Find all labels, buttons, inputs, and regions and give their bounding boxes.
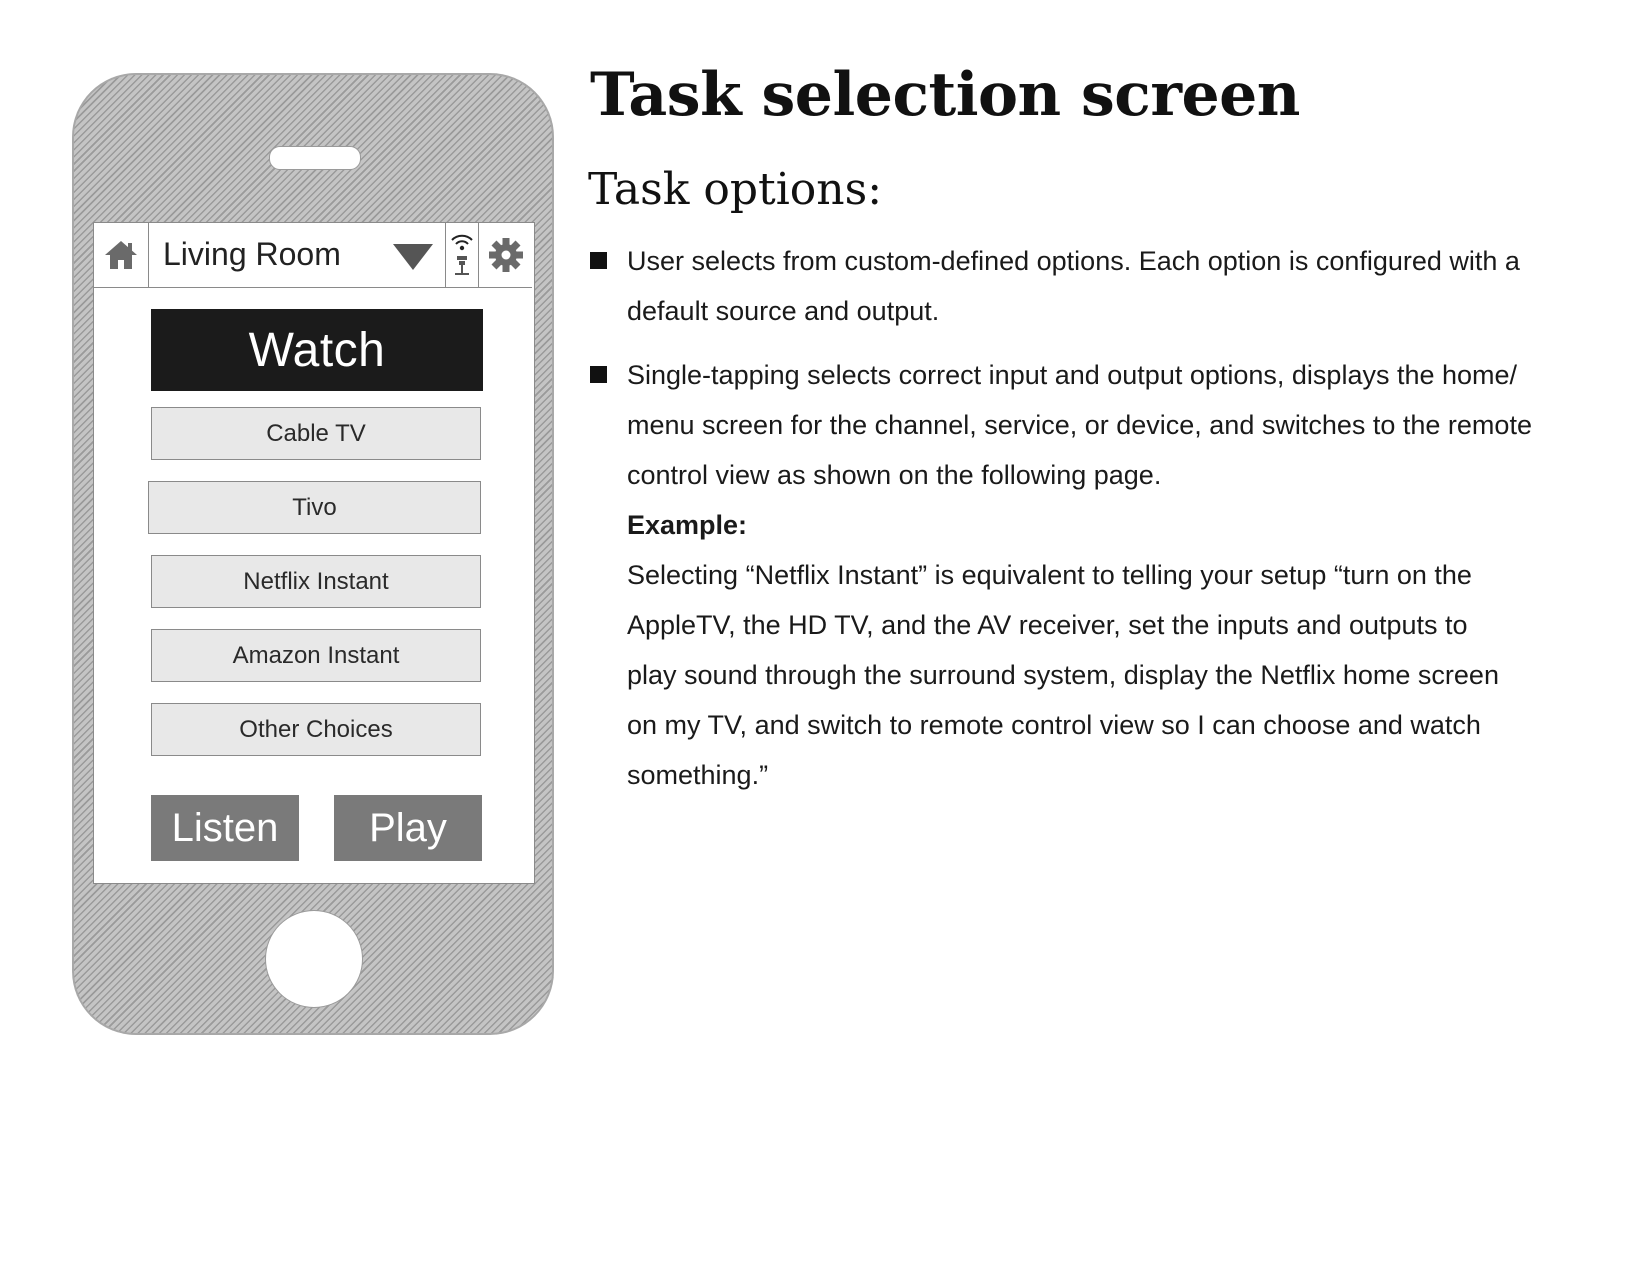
chevron-down-icon[interactable] xyxy=(393,244,433,270)
option-cable-tv[interactable]: Cable TV xyxy=(151,407,481,460)
bullet-marker xyxy=(590,366,607,383)
gear-icon-glyph xyxy=(488,238,523,272)
room-label: Living Room xyxy=(163,236,341,272)
text-line: User selects from custom-defined options… xyxy=(627,246,1520,276)
room-selector[interactable]: Living Room xyxy=(149,223,446,287)
phone-home-button xyxy=(265,910,363,1008)
text-line: control view as shown on the following p… xyxy=(627,460,1162,490)
text-line: something.” xyxy=(627,760,769,790)
gear-icon[interactable] xyxy=(479,223,532,287)
text-line: menu screen for the channel, service, or… xyxy=(627,410,1532,440)
play-button[interactable]: Play xyxy=(334,795,482,861)
option-netflix-instant[interactable]: Netflix Instant xyxy=(151,555,481,608)
bullet-paragraph-2: Single-tapping selects correct input and… xyxy=(627,350,1627,800)
page-title: Task selection screen xyxy=(590,60,1300,130)
option-amazon-instant[interactable]: Amazon Instant xyxy=(151,629,481,682)
section-title: Task options: xyxy=(588,164,883,215)
text-line: default source and output. xyxy=(627,296,940,326)
watch-category-header[interactable]: Watch xyxy=(151,309,483,391)
top-bar: Living Room xyxy=(94,223,532,288)
home-icon[interactable] xyxy=(94,223,149,287)
phone-screen: Living Room Watch Cable TV Tivo Netflix … xyxy=(93,222,535,884)
option-other-choices[interactable]: Other Choices xyxy=(151,703,481,756)
phone-mockup: Living Room Watch Cable TV Tivo Netflix … xyxy=(72,73,554,1035)
phone-speaker xyxy=(269,146,361,170)
listen-button[interactable]: Listen xyxy=(151,795,299,861)
wifi-signal-glyph xyxy=(451,234,473,275)
text-line: AppleTV, the HD TV, and the AV receiver,… xyxy=(627,610,1468,640)
bullet-paragraph-1: User selects from custom-defined options… xyxy=(627,236,1627,336)
wifi-signal-icon[interactable] xyxy=(446,223,479,287)
text-line: on my TV, and switch to remote control v… xyxy=(627,710,1481,740)
option-tivo[interactable]: Tivo xyxy=(148,481,481,534)
text-line: Single-tapping selects correct input and… xyxy=(627,360,1518,390)
text-line: Selecting “Netflix Instant” is equivalen… xyxy=(627,560,1472,590)
bullet-marker xyxy=(590,252,607,269)
text-line: play sound through the surround system, … xyxy=(627,660,1499,690)
home-icon-glyph xyxy=(105,241,137,269)
example-label: Example: xyxy=(627,510,748,540)
